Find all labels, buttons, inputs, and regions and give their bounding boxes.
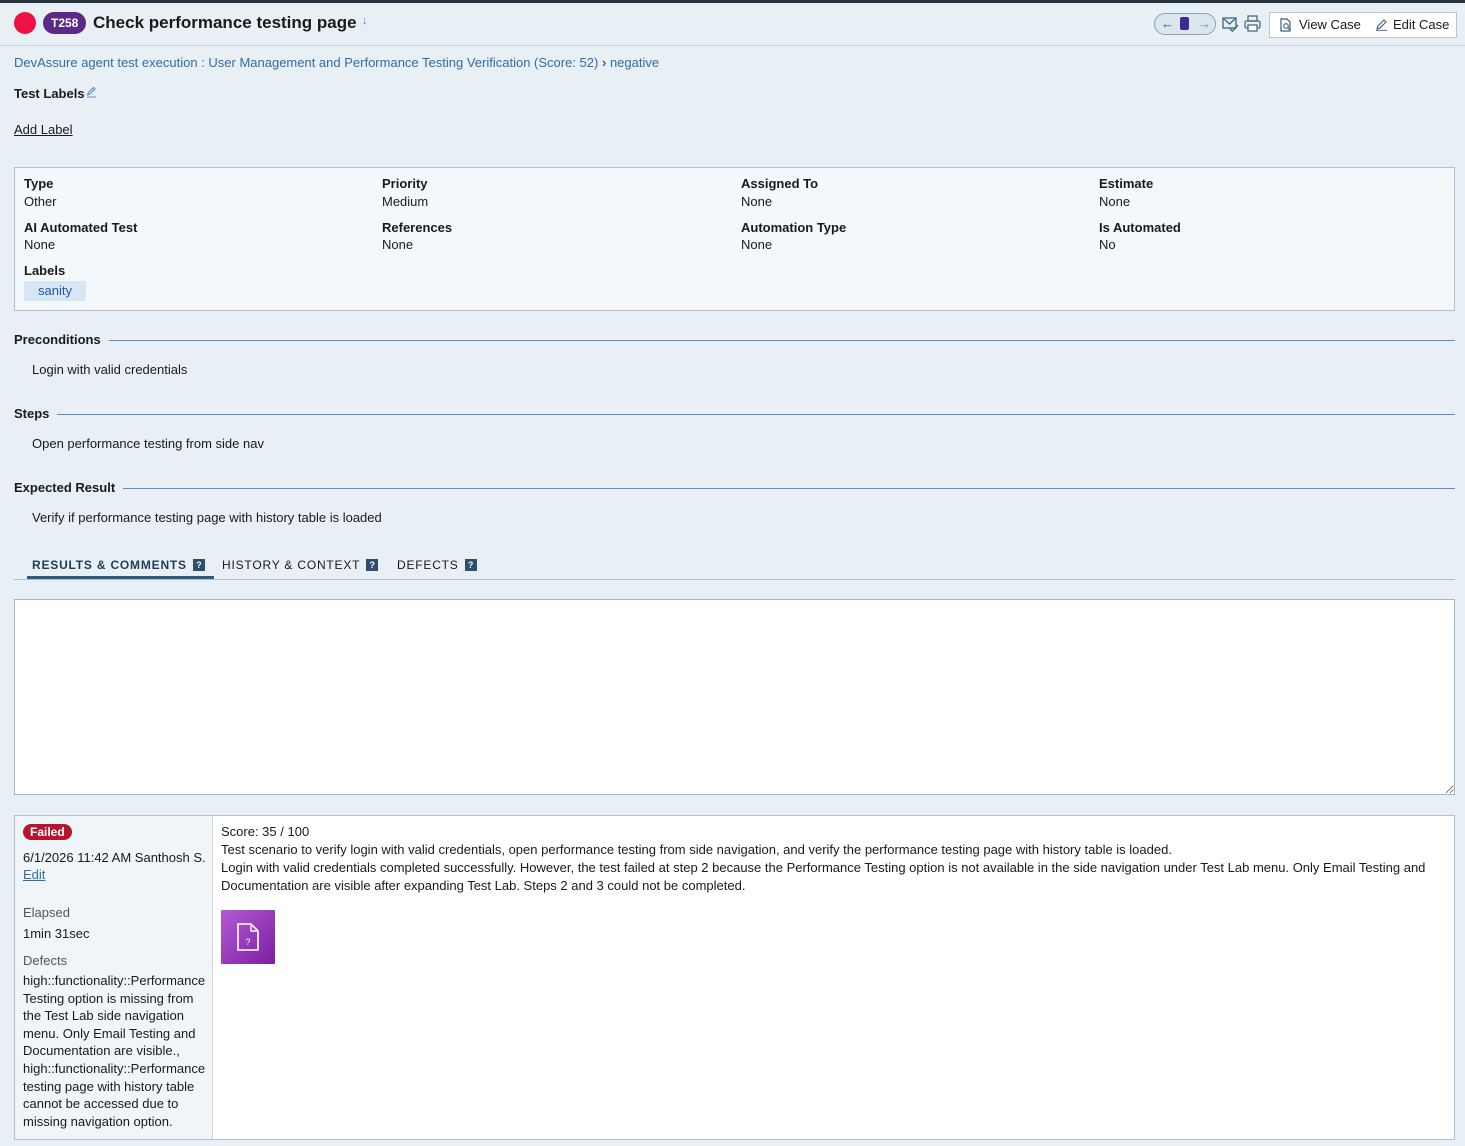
steps-heading: Steps	[14, 406, 58, 421]
breadcrumb-run-link[interactable]: DevAssure agent test execution : User Ma…	[14, 55, 598, 70]
defects-label: Defects	[23, 953, 68, 968]
steps-text: Open performance testing from side nav	[32, 436, 264, 451]
board-icon[interactable]	[1180, 17, 1189, 30]
prop-references-label: References	[382, 220, 453, 235]
steps-divider	[52, 414, 1455, 415]
tab-defects[interactable]: DEFECTS?	[397, 558, 477, 572]
result-description: Test scenario to verify login with valid…	[221, 842, 1172, 857]
help-icon[interactable]: ?	[192, 559, 205, 571]
result-score: Score: 35 / 100	[221, 824, 310, 839]
help-icon[interactable]: ?	[366, 559, 379, 571]
elapsed-label: Elapsed	[23, 905, 70, 920]
edit-labels-icon[interactable]	[86, 86, 97, 98]
prop-assigned-value: None	[741, 194, 773, 209]
unknown-file-glyph: ?	[245, 937, 250, 947]
prop-automation-type-value: None	[741, 237, 773, 252]
prop-priority-value: Medium	[382, 194, 429, 209]
pencil-icon	[1376, 19, 1387, 31]
status-indicator	[14, 12, 36, 34]
search-document-icon	[1280, 18, 1291, 32]
breadcrumb-section-link[interactable]: negative	[610, 55, 659, 70]
prop-estimate-value: None	[1099, 194, 1131, 209]
add-label-link[interactable]: Add Label	[14, 122, 73, 137]
prop-estimate-label: Estimate	[1099, 176, 1154, 191]
prop-type-value: Other	[24, 194, 57, 209]
case-navigator: ← →	[1154, 13, 1216, 35]
help-icon[interactable]: ?	[464, 559, 477, 571]
printer-icon[interactable]	[1244, 15, 1261, 32]
mail-check-icon[interactable]	[1222, 15, 1239, 32]
prop-automation-type-label: Automation Type	[741, 220, 847, 235]
prop-ai-automated-value: None	[24, 237, 56, 252]
case-actions: View Case Edit Case	[1269, 12, 1457, 38]
comment-textarea[interactable]	[14, 599, 1455, 795]
page-title: Check performance testing page	[93, 13, 357, 32]
prop-is-automated-label: Is Automated	[1099, 220, 1181, 235]
preconditions-divider	[100, 340, 1455, 341]
case-properties: Type Other Priority Medium Assigned To N…	[14, 167, 1455, 311]
arrow-left-icon[interactable]: ←	[1161, 16, 1174, 31]
prop-assigned-label: Assigned To	[741, 176, 819, 191]
elapsed-value: 1min 31sec	[23, 926, 90, 941]
expected-divider	[115, 488, 1455, 489]
defects-list: high::functionality::Performance Testing…	[23, 973, 206, 1129]
prop-is-automated-value: No	[1099, 237, 1116, 252]
prop-labels-label: Labels	[24, 263, 66, 278]
attachment-thumbnail[interactable]: ?	[221, 910, 275, 964]
prop-references-value: None	[382, 237, 414, 252]
case-id-badge: T258	[43, 12, 87, 34]
title-dropdown-icon[interactable]: ↓	[362, 15, 368, 27]
preconditions-heading: Preconditions	[14, 332, 109, 347]
label-chip[interactable]: sanity	[24, 281, 86, 301]
tab-results-comments[interactable]: RESULTS & COMMENTS?	[32, 558, 205, 572]
unknown-file-icon: ?	[237, 923, 259, 951]
expected-result-text: Verify if performance testing page with …	[32, 510, 382, 525]
edit-result-link[interactable]: Edit	[23, 867, 45, 882]
expected-result-heading: Expected Result	[14, 480, 124, 495]
result-meta: Failed 6/1/2026 11:42 AM Santhosh S. Edi…	[15, 816, 213, 1139]
result-timestamp: 6/1/2026 11:42 AM Santhosh S.	[23, 850, 206, 865]
tab-history-context[interactable]: HISTORY & CONTEXT?	[222, 558, 379, 572]
breadcrumb-separator: ›	[601, 55, 607, 70]
edit-case-button[interactable]: Edit Case	[1393, 17, 1449, 32]
status-badge: Failed	[23, 824, 72, 840]
result-content: Score: 35 / 100 Test scenario to verify …	[221, 823, 1436, 895]
arrow-right-icon[interactable]: →	[1198, 16, 1211, 31]
case-header: T258 Check performance testing page ↓ ← …	[0, 3, 1465, 46]
results-tabs: RESULTS & COMMENTS? HISTORY & CONTEXT? D…	[14, 555, 1455, 580]
preconditions-text: Login with valid credentials	[32, 362, 188, 377]
active-tab-indicator	[27, 576, 214, 579]
view-case-button[interactable]: View Case	[1299, 17, 1361, 32]
breadcrumb: DevAssure agent test execution : User Ma…	[14, 55, 659, 70]
test-labels-heading: Test Labels	[14, 86, 85, 101]
prop-type-label: Type	[24, 176, 54, 191]
prop-ai-automated-label: AI Automated Test	[24, 220, 138, 235]
result-details: Login with valid credentials completed s…	[221, 860, 1426, 893]
prop-priority-label: Priority	[382, 176, 428, 191]
result-entry: Failed 6/1/2026 11:42 AM Santhosh S. Edi…	[14, 815, 1455, 1140]
